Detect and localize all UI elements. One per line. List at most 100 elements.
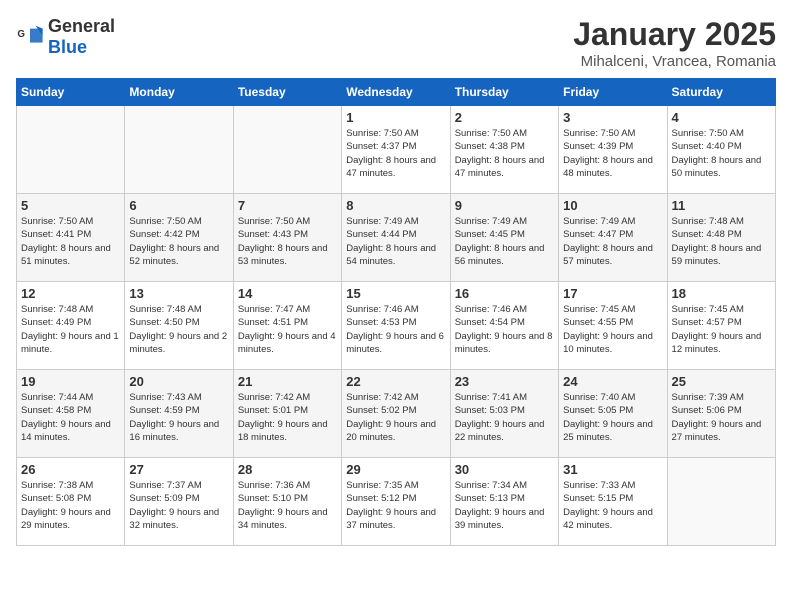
day-number: 2: [455, 110, 554, 125]
day-info: Sunrise: 7:37 AM Sunset: 5:09 PM Dayligh…: [129, 479, 228, 532]
calendar-cell: 7 Sunrise: 7:50 AM Sunset: 4:43 PM Daylig…: [233, 194, 341, 282]
day-info: Sunrise: 7:38 AM Sunset: 5:08 PM Dayligh…: [21, 479, 120, 532]
logo: G General Blue: [16, 16, 115, 58]
day-number: 10: [563, 198, 662, 213]
calendar-cell: 24 Sunrise: 7:40 AM Sunset: 5:05 PM Dayli…: [559, 370, 667, 458]
day-info: Sunrise: 7:33 AM Sunset: 5:15 PM Dayligh…: [563, 479, 662, 532]
day-number: 28: [238, 462, 337, 477]
calendar-cell: [233, 106, 341, 194]
day-header-row: SundayMondayTuesdayWednesdayThursdayFrid…: [17, 79, 776, 106]
day-info: Sunrise: 7:48 AM Sunset: 4:48 PM Dayligh…: [672, 215, 771, 268]
calendar-cell: 1 Sunrise: 7:50 AM Sunset: 4:37 PM Daylig…: [342, 106, 450, 194]
calendar-cell: 16 Sunrise: 7:46 AM Sunset: 4:54 PM Dayli…: [450, 282, 558, 370]
day-info: Sunrise: 7:49 AM Sunset: 4:45 PM Dayligh…: [455, 215, 554, 268]
logo-blue-text: Blue: [48, 37, 87, 57]
calendar-cell: [17, 106, 125, 194]
week-row-3: 12 Sunrise: 7:48 AM Sunset: 4:49 PM Dayli…: [17, 282, 776, 370]
day-number: 21: [238, 374, 337, 389]
calendar-cell: 10 Sunrise: 7:49 AM Sunset: 4:47 PM Dayli…: [559, 194, 667, 282]
calendar-cell: 31 Sunrise: 7:33 AM Sunset: 5:15 PM Dayli…: [559, 458, 667, 546]
day-number: 3: [563, 110, 662, 125]
col-header-wednesday: Wednesday: [342, 79, 450, 106]
day-number: 27: [129, 462, 228, 477]
calendar-cell: 26 Sunrise: 7:38 AM Sunset: 5:08 PM Dayli…: [17, 458, 125, 546]
calendar-cell: 2 Sunrise: 7:50 AM Sunset: 4:38 PM Daylig…: [450, 106, 558, 194]
calendar-cell: 25 Sunrise: 7:39 AM Sunset: 5:06 PM Dayli…: [667, 370, 775, 458]
day-info: Sunrise: 7:50 AM Sunset: 4:42 PM Dayligh…: [129, 215, 228, 268]
day-number: 17: [563, 286, 662, 301]
day-info: Sunrise: 7:50 AM Sunset: 4:43 PM Dayligh…: [238, 215, 337, 268]
day-number: 6: [129, 198, 228, 213]
calendar-cell: 17 Sunrise: 7:45 AM Sunset: 4:55 PM Dayli…: [559, 282, 667, 370]
calendar-cell: 14Sunrise: 7:47 AM Sunset: 4:51 PM Dayli…: [233, 282, 341, 370]
day-info: Sunrise: 7:50 AM Sunset: 4:38 PM Dayligh…: [455, 127, 554, 180]
day-number: 8: [346, 198, 445, 213]
day-info: Sunrise: 7:34 AM Sunset: 5:13 PM Dayligh…: [455, 479, 554, 532]
day-info: Sunrise: 7:39 AM Sunset: 5:06 PM Dayligh…: [672, 391, 771, 444]
day-number: 14: [238, 286, 337, 301]
day-info: Sunrise: 7:36 AM Sunset: 5:10 PM Dayligh…: [238, 479, 337, 532]
day-number: 20: [129, 374, 228, 389]
calendar-cell: 4Sunrise: 7:50 AM Sunset: 4:40 PM Daylig…: [667, 106, 775, 194]
calendar-cell: 8Sunrise: 7:49 AM Sunset: 4:44 PM Daylig…: [342, 194, 450, 282]
day-number: 4: [672, 110, 771, 125]
calendar-cell: [667, 458, 775, 546]
day-number: 19: [21, 374, 120, 389]
day-number: 31: [563, 462, 662, 477]
calendar-subtitle: Mihalceni, Vrancea, Romania: [573, 53, 776, 70]
calendar-cell: 30 Sunrise: 7:34 AM Sunset: 5:13 PM Dayli…: [450, 458, 558, 546]
col-header-tuesday: Tuesday: [233, 79, 341, 106]
title-area: January 2025 Mihalceni, Vrancea, Romania: [573, 16, 776, 70]
day-number: 18: [672, 286, 771, 301]
svg-text:G: G: [17, 29, 25, 40]
day-number: 23: [455, 374, 554, 389]
calendar-cell: 27 Sunrise: 7:37 AM Sunset: 5:09 PM Dayli…: [125, 458, 233, 546]
calendar-cell: 13 Sunrise: 7:48 AM Sunset: 4:50 PM Dayli…: [125, 282, 233, 370]
col-header-thursday: Thursday: [450, 79, 558, 106]
day-info: Sunrise: 7:50 AM Sunset: 4:37 PM Dayligh…: [346, 127, 445, 180]
calendar-cell: 9 Sunrise: 7:49 AM Sunset: 4:45 PM Daylig…: [450, 194, 558, 282]
day-info: Sunrise: 7:40 AM Sunset: 5:05 PM Dayligh…: [563, 391, 662, 444]
day-info: Sunrise: 7:46 AM Sunset: 4:53 PM Dayligh…: [346, 303, 445, 356]
day-number: 5: [21, 198, 120, 213]
calendar-cell: [125, 106, 233, 194]
col-header-monday: Monday: [125, 79, 233, 106]
calendar-cell: 6 Sunrise: 7:50 AM Sunset: 4:42 PM Daylig…: [125, 194, 233, 282]
day-number: 1: [346, 110, 445, 125]
day-number: 13: [129, 286, 228, 301]
day-info: Sunrise: 7:49 AM Sunset: 4:47 PM Dayligh…: [563, 215, 662, 268]
day-number: 11: [672, 198, 771, 213]
day-info: Sunrise: 7:45 AM Sunset: 4:55 PM Dayligh…: [563, 303, 662, 356]
calendar-cell: 3Sunrise: 7:50 AM Sunset: 4:39 PM Daylig…: [559, 106, 667, 194]
day-number: 15: [346, 286, 445, 301]
calendar-cell: 11 Sunrise: 7:48 AM Sunset: 4:48 PM Dayli…: [667, 194, 775, 282]
calendar-cell: 5Sunrise: 7:50 AM Sunset: 4:41 PM Daylig…: [17, 194, 125, 282]
day-info: Sunrise: 7:35 AM Sunset: 5:12 PM Dayligh…: [346, 479, 445, 532]
day-info: Sunrise: 7:43 AM Sunset: 4:59 PM Dayligh…: [129, 391, 228, 444]
day-number: 12: [21, 286, 120, 301]
col-header-friday: Friday: [559, 79, 667, 106]
day-info: Sunrise: 7:44 AM Sunset: 4:58 PM Dayligh…: [21, 391, 120, 444]
col-header-sunday: Sunday: [17, 79, 125, 106]
week-row-1: 1 Sunrise: 7:50 AM Sunset: 4:37 PM Daylig…: [17, 106, 776, 194]
day-info: Sunrise: 7:41 AM Sunset: 5:03 PM Dayligh…: [455, 391, 554, 444]
day-number: 24: [563, 374, 662, 389]
calendar-cell: 29Sunrise: 7:35 AM Sunset: 5:12 PM Dayli…: [342, 458, 450, 546]
day-number: 26: [21, 462, 120, 477]
week-row-4: 19 Sunrise: 7:44 AM Sunset: 4:58 PM Dayli…: [17, 370, 776, 458]
day-number: 9: [455, 198, 554, 213]
day-info: Sunrise: 7:46 AM Sunset: 4:54 PM Dayligh…: [455, 303, 554, 356]
day-info: Sunrise: 7:42 AM Sunset: 5:01 PM Dayligh…: [238, 391, 337, 444]
day-number: 7: [238, 198, 337, 213]
calendar-cell: 22Sunrise: 7:42 AM Sunset: 5:02 PM Dayli…: [342, 370, 450, 458]
day-info: Sunrise: 7:48 AM Sunset: 4:49 PM Dayligh…: [21, 303, 120, 356]
calendar-cell: 15 Sunrise: 7:46 AM Sunset: 4:53 PM Dayli…: [342, 282, 450, 370]
calendar-cell: 23 Sunrise: 7:41 AM Sunset: 5:03 PM Dayli…: [450, 370, 558, 458]
calendar-cell: 21 Sunrise: 7:42 AM Sunset: 5:01 PM Dayli…: [233, 370, 341, 458]
day-number: 25: [672, 374, 771, 389]
day-info: Sunrise: 7:48 AM Sunset: 4:50 PM Dayligh…: [129, 303, 228, 356]
day-number: 30: [455, 462, 554, 477]
day-number: 16: [455, 286, 554, 301]
calendar-title: January 2025: [573, 16, 776, 53]
day-info: Sunrise: 7:42 AM Sunset: 5:02 PM Dayligh…: [346, 391, 445, 444]
